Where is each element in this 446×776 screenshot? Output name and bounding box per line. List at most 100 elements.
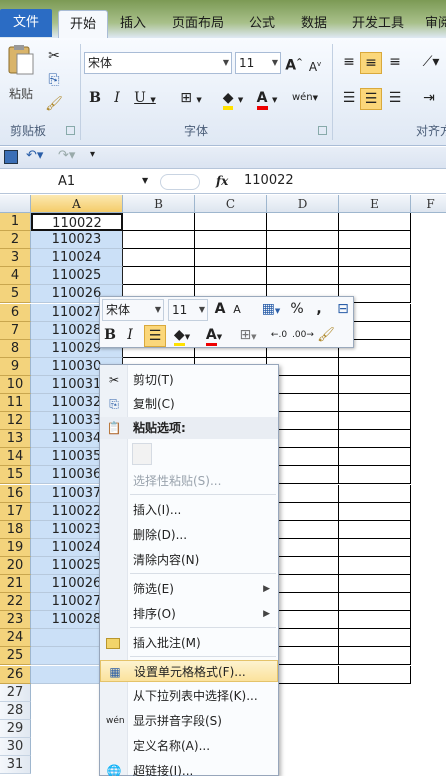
mini-format-painter-icon[interactable]: 🖌 (316, 325, 336, 345)
grid-cell[interactable] (339, 575, 411, 593)
fill-color-button[interactable]: ◆ ▼ (218, 88, 248, 110)
row-header[interactable]: 20 (0, 556, 31, 575)
row-header[interactable]: 31 (0, 756, 31, 774)
grid-cell[interactable] (339, 448, 411, 467)
grid-cell[interactable] (267, 249, 339, 268)
cell-a[interactable]: 110024 (31, 249, 123, 268)
grid-cell[interactable] (339, 394, 411, 412)
row-header[interactable]: 23 (0, 611, 31, 630)
grid-cell[interactable] (339, 357, 411, 376)
grid-cell[interactable] (339, 231, 411, 250)
paste-button[interactable]: 粘贴 (5, 44, 37, 104)
row-header[interactable]: 5 (0, 285, 31, 304)
mini-shrink-font-icon[interactable]: A (230, 300, 244, 320)
tab-review[interactable]: 审阅 (418, 10, 446, 38)
cell-a[interactable]: 110022 (31, 213, 123, 231)
mini-font-name-combo[interactable]: 宋体 ▼ (102, 299, 164, 321)
insert-function-icon[interactable]: fx (216, 174, 228, 188)
select-all-corner[interactable] (0, 195, 31, 213)
tab-page-layout[interactable]: 页面布局 (166, 10, 230, 38)
menu-item-insert[interactable]: 插入(I)... (100, 499, 278, 521)
grid-cell[interactable] (339, 647, 411, 666)
customize-qat-icon[interactable]: ▾ (90, 149, 95, 160)
menu-item-format-cells[interactable]: ▦ 设置单元格格式(F)... (100, 660, 278, 682)
copy-icon[interactable]: ⎘ (44, 70, 64, 90)
grow-font-icon[interactable]: A^ (285, 52, 303, 76)
mini-merge-center-icon[interactable]: ⊟ (334, 299, 352, 319)
row-header[interactable]: 10 (0, 375, 31, 394)
mini-bold-button[interactable]: B (102, 325, 118, 345)
grid-cell[interactable] (123, 249, 195, 268)
format-painter-icon[interactable]: 🖌 (44, 94, 64, 114)
grid-cell[interactable] (339, 466, 411, 485)
grid-cell[interactable] (339, 213, 411, 231)
italic-button[interactable]: I (108, 88, 126, 108)
row-header[interactable]: 13 (0, 430, 31, 449)
mini-borders-button[interactable]: ⊞▼ (234, 325, 262, 347)
grid-cell[interactable] (339, 412, 411, 431)
align-center-icon[interactable]: ☰ (360, 88, 382, 110)
row-header[interactable]: 19 (0, 538, 31, 557)
font-color-button[interactable]: A ▼ (252, 88, 282, 110)
grid-cell[interactable] (339, 629, 411, 648)
row-header[interactable]: 4 (0, 267, 31, 286)
cell-a[interactable]: 110023 (31, 231, 123, 250)
row-header[interactable]: 14 (0, 448, 31, 467)
column-header-e[interactable]: E (339, 195, 411, 213)
mini-font-color-button[interactable]: A▼ (200, 325, 228, 347)
row-header[interactable]: 3 (0, 249, 31, 268)
row-header[interactable]: 24 (0, 629, 31, 648)
mini-percent-button[interactable]: % (288, 299, 306, 319)
grid-cell[interactable] (267, 267, 339, 286)
row-header[interactable]: 6 (0, 303, 31, 322)
mini-decrease-decimal-icon[interactable]: .00→ (292, 325, 314, 345)
grid-cell[interactable] (339, 430, 411, 449)
menu-item-insert-comment[interactable]: 插入批注(M) (100, 632, 278, 654)
menu-item-sort[interactable]: 排序(O) ▶ (100, 603, 278, 625)
mini-comma-button[interactable]: , (312, 299, 326, 319)
grid-cell[interactable] (339, 267, 411, 286)
tab-file[interactable]: 文件 (0, 9, 52, 37)
menu-item-pick-from-list[interactable]: 从下拉列表中选择(K)... (100, 685, 278, 707)
menu-item-hyperlink[interactable]: 🌐 超链接(I)... (100, 760, 278, 776)
cell-a[interactable]: 110025 (31, 267, 123, 286)
grid-cell[interactable] (123, 213, 195, 231)
tab-data[interactable]: 数据 (294, 10, 334, 38)
grid-cell[interactable] (195, 249, 267, 268)
mini-grow-font-icon[interactable]: A (212, 299, 228, 319)
formula-input[interactable]: 110022 (244, 173, 294, 188)
grid-cell[interactable] (339, 375, 411, 394)
tab-developer[interactable]: 开发工具 (348, 10, 408, 38)
menu-item-delete[interactable]: 删除(D)... (100, 524, 278, 546)
underline-button[interactable]: U ▼ (132, 88, 158, 110)
grid-cell[interactable] (339, 538, 411, 557)
row-header[interactable]: 18 (0, 520, 31, 539)
grid-cell[interactable] (123, 231, 195, 250)
grid-cell[interactable] (195, 231, 267, 250)
font-size-combo[interactable]: 11 ▼ (235, 52, 281, 74)
row-header[interactable]: 25 (0, 647, 31, 666)
grid-cell[interactable] (339, 665, 411, 684)
column-header-b[interactable]: B (123, 195, 195, 213)
menu-item-show-phonetic[interactable]: wén 显示拼音字段(S) (100, 710, 278, 732)
mini-fill-color-button[interactable]: ◆▼ (168, 325, 196, 347)
row-header[interactable]: 16 (0, 484, 31, 503)
orientation-icon[interactable]: ⟋▾ (418, 52, 444, 72)
tab-home[interactable]: 开始 (58, 10, 108, 38)
column-header-f[interactable]: F (411, 195, 446, 213)
grid-cell[interactable] (339, 484, 411, 503)
row-header[interactable]: 26 (0, 665, 31, 684)
column-header-d[interactable]: D (267, 195, 339, 213)
grid-cell[interactable] (195, 267, 267, 286)
redo-icon[interactable]: ↷▾ (58, 148, 75, 163)
clipboard-launcher-icon[interactable] (66, 126, 75, 135)
align-middle-icon[interactable]: ≡ (360, 52, 382, 74)
row-header[interactable]: 11 (0, 394, 31, 412)
menu-item-cut[interactable]: ✂ 剪切(T) (100, 369, 278, 391)
row-header[interactable]: 15 (0, 466, 31, 485)
row-header[interactable]: 21 (0, 575, 31, 593)
tab-insert[interactable]: 插入 (112, 10, 154, 38)
shrink-font-icon[interactable]: Av (306, 54, 324, 77)
row-header[interactable]: 27 (0, 683, 31, 702)
row-header[interactable]: 9 (0, 357, 31, 376)
